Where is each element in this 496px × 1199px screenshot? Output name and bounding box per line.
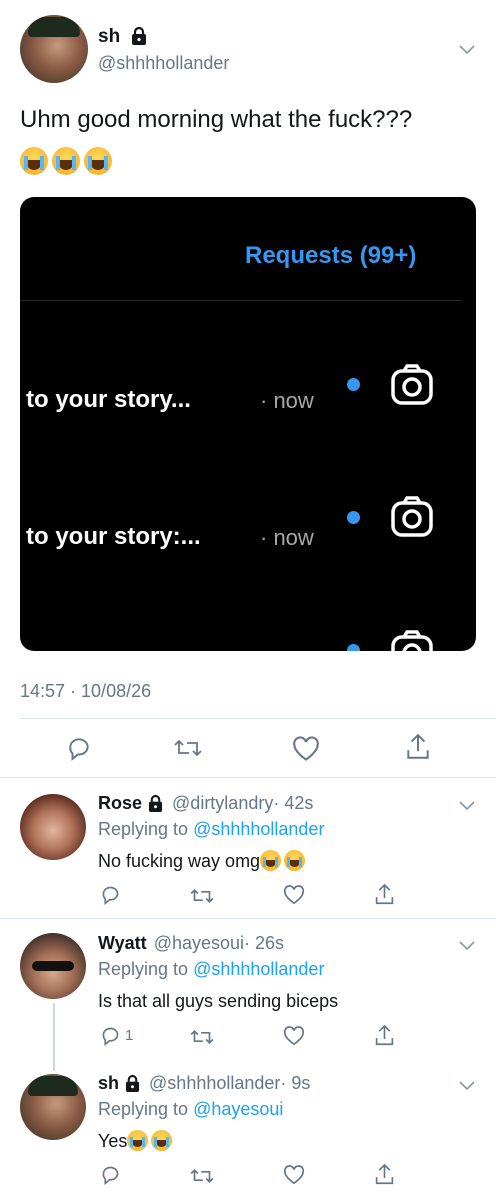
unread-dot — [347, 511, 360, 524]
crying-emoji-icon — [260, 850, 282, 871]
reply-avatar[interactable] — [20, 794, 86, 860]
chevron-down-icon[interactable] — [459, 1078, 475, 1091]
reply-time: · 42s — [273, 793, 314, 813]
crying-emoji-icon — [151, 1130, 173, 1151]
camera-icon — [391, 364, 433, 405]
reply-author-name[interactable]: sh — [98, 1073, 119, 1093]
like-icon[interactable] — [283, 1026, 305, 1046]
reply-icon[interactable] — [100, 1164, 121, 1185]
replying-to: Replying to @hayesoui — [98, 1099, 283, 1120]
replying-to-prefix: Replying to — [98, 819, 189, 839]
author-display-name[interactable]: sh — [98, 26, 120, 47]
author-name[interactable]: sh — [98, 26, 147, 48]
requests-label: Requests (99+) — [245, 242, 417, 269]
crying-emoji-icon — [20, 147, 48, 175]
tweet-text: Uhm good morning what the fuck??? — [20, 106, 413, 133]
replying-to-link[interactable]: @shhhhollander — [193, 819, 324, 839]
story-row-time: · now — [260, 525, 314, 550]
share-icon[interactable] — [374, 1163, 395, 1186]
camera-icon — [391, 496, 433, 537]
reply-text-line: Yes — [98, 1130, 175, 1152]
chevron-down-icon[interactable] — [459, 42, 475, 55]
like-icon[interactable] — [283, 885, 305, 905]
reply-header: Wyatt @hayesoui· 26s — [98, 933, 284, 954]
divider — [0, 918, 496, 919]
lock-icon — [148, 795, 163, 812]
retweet-icon[interactable] — [190, 886, 214, 906]
reply-text: No fucking way omg — [98, 851, 261, 871]
reply-author-handle[interactable]: @dirtylandry — [172, 793, 273, 813]
retweet-icon[interactable] — [174, 736, 202, 760]
replying-to-prefix: Replying to — [98, 1099, 189, 1119]
unread-dot — [347, 644, 360, 651]
reply-icon[interactable] — [100, 1025, 121, 1046]
crying-emoji-icon — [52, 147, 80, 175]
reply-text: Yes — [98, 1131, 128, 1151]
reply-author-name[interactable]: Wyatt — [98, 933, 147, 953]
replying-to-link[interactable]: @shhhhollander — [193, 959, 324, 979]
chevron-down-icon[interactable] — [459, 938, 475, 951]
unread-dot — [347, 378, 360, 391]
story-row-text: to your story:... — [26, 523, 201, 550]
reply-icon[interactable] — [66, 735, 92, 761]
divider — [20, 718, 496, 719]
retweet-icon[interactable] — [190, 1027, 214, 1047]
crying-emoji-icon — [284, 850, 306, 871]
thread-line — [53, 1003, 55, 1071]
lock-icon — [132, 27, 147, 45]
reply-icon[interactable] — [100, 884, 121, 905]
reply-author-handle[interactable]: @shhhhollander — [149, 1073, 280, 1093]
author-avatar[interactable] — [20, 15, 88, 83]
like-icon[interactable] — [283, 1165, 305, 1185]
reply-count: 1 — [125, 1027, 134, 1044]
reply-header: Rose @dirtylandry· 42s — [98, 793, 313, 814]
reply-text-line: No fucking way omg — [98, 850, 308, 872]
replying-to-prefix: Replying to — [98, 959, 189, 979]
retweet-icon[interactable] — [190, 1166, 214, 1186]
share-icon[interactable] — [405, 733, 431, 761]
reply-time: · 26s — [244, 933, 285, 953]
divider — [0, 777, 496, 778]
lock-icon — [125, 1075, 140, 1092]
crying-emoji-icon — [127, 1130, 149, 1151]
reply-time: · 9s — [280, 1073, 311, 1093]
tweet-timestamp[interactable]: 14:57 · 10/08/26 — [20, 681, 151, 702]
like-icon[interactable] — [292, 736, 320, 762]
reply-author-name[interactable]: Rose — [98, 793, 142, 813]
reply-avatar[interactable] — [20, 1074, 86, 1140]
reply-text: Is that all guys sending biceps — [98, 991, 339, 1011]
story-row-time: · now — [260, 388, 314, 413]
share-icon[interactable] — [374, 883, 395, 906]
reply-author-handle[interactable]: @hayesoui — [154, 933, 244, 953]
media-divider — [20, 300, 462, 301]
story-row-text: to your story... — [26, 386, 191, 413]
reply-header: sh @shhhhollander· 9s — [98, 1073, 310, 1094]
replying-to: Replying to @shhhhollander — [98, 819, 324, 840]
camera-icon — [391, 630, 433, 651]
replying-to: Replying to @shhhhollander — [98, 959, 324, 980]
author-handle[interactable]: @shhhhollander — [98, 53, 229, 74]
replying-to-link[interactable]: @hayesoui — [193, 1099, 283, 1119]
reply-action[interactable]: 1 — [100, 1025, 133, 1046]
chevron-down-icon[interactable] — [459, 798, 475, 811]
crying-emoji-icon — [84, 147, 112, 175]
share-icon[interactable] — [374, 1024, 395, 1047]
emoji-row — [20, 147, 116, 175]
reply-avatar[interactable] — [20, 933, 86, 999]
tweet-media[interactable]: Requests (99+) to your story... · now to… — [20, 197, 476, 651]
